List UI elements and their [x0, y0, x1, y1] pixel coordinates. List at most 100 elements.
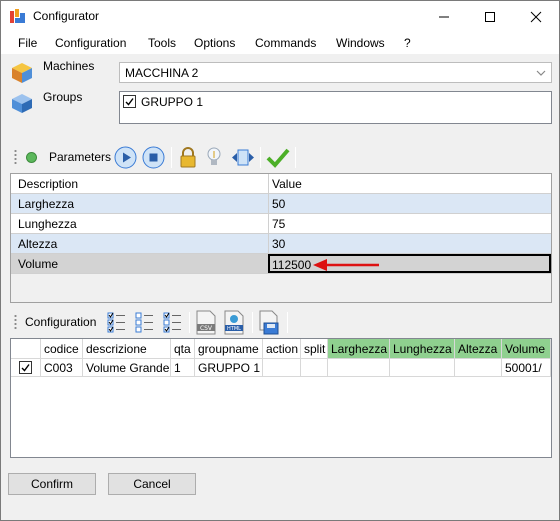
html-export-icon[interactable]: HTML: [223, 310, 245, 335]
cell-codice[interactable]: C003: [41, 359, 83, 377]
column-header-lunghezza[interactable]: Lunghezza: [390, 339, 455, 359]
machines-label: Machines: [43, 59, 95, 73]
title-bar: Configurator: [1, 1, 559, 32]
column-header-description[interactable]: Description: [11, 174, 268, 193]
toolbar-separator: [287, 312, 288, 333]
cell-action[interactable]: [263, 359, 301, 377]
cell-descrizione[interactable]: Volume Grande: [83, 359, 171, 377]
column-header-value[interactable]: Value: [268, 174, 551, 193]
table-row[interactable]: Lunghezza 75: [11, 214, 551, 234]
toolbar-separator: [260, 147, 261, 168]
configuration-toolbar: Configuration CSV HTML: [11, 309, 552, 336]
cell-larghezza[interactable]: [328, 359, 390, 377]
column-header-volume[interactable]: Volume: [502, 339, 551, 359]
groups-icon: [12, 94, 32, 113]
toolbar-separator: [171, 147, 172, 168]
column-header-action[interactable]: action: [263, 339, 301, 359]
param-description: Larghezza: [18, 197, 75, 211]
minimize-icon: [439, 16, 449, 17]
table-row[interactable]: Larghezza 50: [11, 194, 551, 214]
machines-icon: [12, 63, 32, 83]
groups-list: GRUPPO 1: [119, 91, 552, 124]
parameters-header-row: Description Value: [11, 174, 551, 194]
status-dot-icon: [26, 152, 37, 163]
column-header-descrizione[interactable]: descrizione: [83, 339, 171, 359]
param-description: Altezza: [18, 237, 58, 251]
cell-split[interactable]: [301, 359, 328, 377]
app-icon: [10, 9, 25, 23]
parameters-grid: Description Value Larghezza 50 Lunghezza…: [10, 173, 552, 303]
csv-export-icon[interactable]: CSV: [195, 310, 217, 335]
save-icon[interactable]: [257, 310, 281, 335]
table-row[interactable]: Altezza 30: [11, 234, 551, 254]
menu-configuration[interactable]: Configuration: [55, 36, 126, 50]
red-arrow-icon: [313, 259, 379, 271]
checkmark-icon: [125, 98, 134, 106]
close-icon: [530, 11, 542, 22]
minimize-button[interactable]: [421, 1, 467, 32]
row-checkbox[interactable]: [19, 361, 32, 374]
column-header-split[interactable]: split: [301, 339, 328, 359]
close-button[interactable]: [513, 1, 559, 32]
machines-combobox[interactable]: MACCHINA 2: [119, 62, 552, 83]
param-description: Volume: [18, 257, 59, 271]
play-icon[interactable]: [114, 146, 137, 169]
machines-selected: MACCHINA 2: [125, 66, 199, 80]
column-header-altezza[interactable]: Altezza: [455, 339, 502, 359]
cell-volume[interactable]: 50001/: [502, 359, 551, 377]
cell-groupname[interactable]: GRUPPO 1: [195, 359, 263, 377]
param-value[interactable]: 75: [268, 214, 551, 233]
row-checkbox-cell[interactable]: [11, 359, 41, 377]
check-all-icon[interactable]: [107, 311, 127, 333]
maximize-icon: [485, 11, 495, 22]
configuration-label: Configuration: [25, 315, 97, 329]
menu-bar: File Configuration Tools Options Command…: [1, 32, 559, 54]
menu-commands[interactable]: Commands: [255, 36, 316, 50]
split-icon[interactable]: [231, 148, 255, 167]
toolbar-separator: [252, 312, 253, 333]
menu-tools[interactable]: Tools: [148, 36, 176, 50]
cell-altezza[interactable]: [455, 359, 502, 377]
group-item[interactable]: GRUPPO 1: [123, 94, 323, 110]
lock-icon[interactable]: [178, 147, 198, 168]
column-header-codice[interactable]: codice: [41, 339, 83, 359]
svg-text:HTML: HTML: [227, 326, 241, 332]
parameters-label: Parameters: [49, 150, 112, 164]
parameters-toolbar: Parameters: [11, 144, 552, 171]
column-header-larghezza[interactable]: Larghezza: [328, 339, 390, 359]
param-value[interactable]: 30: [268, 234, 551, 253]
maximize-button[interactable]: [467, 1, 513, 32]
column-header-check[interactable]: [11, 339, 41, 359]
checkmark-icon[interactable]: [265, 146, 291, 169]
uncheck-all-icon[interactable]: [135, 311, 155, 333]
confirm-button[interactable]: Confirm: [8, 473, 96, 495]
menu-options[interactable]: Options: [194, 36, 235, 50]
toolbar-separator: [189, 312, 190, 333]
svg-text:CSV: CSV: [200, 325, 213, 332]
cancel-button[interactable]: Cancel: [108, 473, 196, 495]
chevron-down-icon: [536, 70, 546, 76]
configurator-window: Configurator File Configuration Tools Op…: [0, 0, 560, 521]
column-header-qta[interactable]: qta: [171, 339, 195, 359]
menu-help[interactable]: ?: [404, 36, 411, 50]
group-item-label: GRUPPO 1: [141, 95, 204, 109]
lightbulb-icon[interactable]: [205, 146, 223, 169]
column-header-groupname[interactable]: groupname: [195, 339, 263, 359]
cell-qta[interactable]: 1: [171, 359, 195, 377]
cell-lunghezza[interactable]: [390, 359, 455, 377]
toolbar-grip[interactable]: [14, 314, 17, 331]
stop-icon[interactable]: [142, 146, 165, 169]
window-title: Configurator: [33, 9, 100, 23]
group-item-checkbox[interactable]: [123, 95, 136, 108]
table-row-selected[interactable]: Volume 112500: [11, 254, 551, 274]
menu-file[interactable]: File: [18, 36, 37, 50]
param-value[interactable]: 50: [268, 194, 551, 213]
menu-windows[interactable]: Windows: [336, 36, 385, 50]
invert-check-icon[interactable]: [163, 311, 183, 333]
groups-label: Groups: [43, 90, 83, 104]
configuration-grid: codice descrizione qta groupname action …: [10, 338, 552, 458]
toolbar-separator: [295, 147, 296, 168]
param-description: Lunghezza: [18, 217, 77, 231]
toolbar-grip[interactable]: [14, 149, 17, 166]
checkmark-icon: [21, 364, 30, 372]
